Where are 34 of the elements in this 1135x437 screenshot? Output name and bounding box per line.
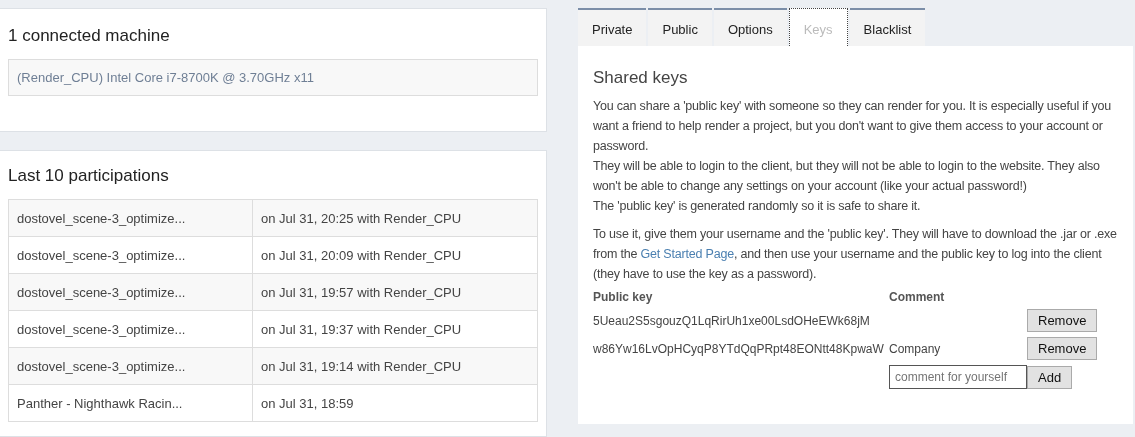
paragraph: The 'public key' is generated randomly so it is safe to share it. bbox=[593, 198, 922, 215]
table-cell: on Jul 31, 18:59 bbox=[252, 384, 538, 422]
key-comment: Company bbox=[889, 341, 941, 356]
table-cell: on Jul 31, 20:09 with Render_CPU bbox=[252, 236, 538, 274]
remove-button[interactable]: Remove bbox=[1027, 337, 1098, 360]
comment-field[interactable]: comment for yourself bbox=[889, 365, 1027, 389]
card-title: 1 connected machine bbox=[8, 26, 171, 46]
table-cell: on Jul 31, 19:37 with Render_CPU bbox=[252, 310, 538, 348]
paragraph: You can share a 'public key' with someone so they can render for you. It is especially useful if you want a friend to help render a project, but you don't want to give them access to your account or password. bbox=[593, 98, 1112, 155]
table-cell: on Jul 31, 20:25 with Render_CPU bbox=[252, 199, 538, 237]
machine-item: (Render_CPU) Intel Core i7-8700K @ 3.70GHz x11 bbox=[8, 59, 538, 96]
column-header: Comment bbox=[889, 290, 946, 304]
get-started-link[interactable]: Get Started Page bbox=[640, 247, 734, 261]
paragraph: To use it, give them your username and the 'public key'. They will have to download the .jar or .exe from the Get Started Page, and then use your username and the public key to log into the client (they have to use the key as a password). bbox=[593, 226, 1118, 283]
table-cell: dostovel_scene-3_optimize... bbox=[8, 236, 253, 274]
table-cell: on Jul 31, 19:57 with Render_CPU bbox=[252, 273, 538, 311]
key-value: 5Ueau2S5sgouzQ1LqRirUh1xe00LsdOHeEWk68jM bbox=[593, 313, 871, 328]
table-cell: dostovel_scene-3_optimize... bbox=[8, 273, 253, 311]
card-title: Last 10 participations bbox=[8, 166, 170, 186]
table-cell: on Jul 31, 19:14 with Render_CPU bbox=[252, 347, 538, 385]
tab[interactable]: Public bbox=[648, 8, 712, 46]
table-cell: dostovel_scene-3_optimize... bbox=[8, 310, 253, 348]
column-header: Public key bbox=[593, 290, 654, 304]
section-title: Shared keys bbox=[593, 68, 689, 88]
tab[interactable]: Blacklist bbox=[849, 8, 926, 46]
key-value: w86Yw16LvOpHCyqP8YTdQqPRpt48EONtt48KpwaW bbox=[593, 341, 883, 356]
table-cell: dostovel_scene-3_optimize... bbox=[8, 199, 253, 237]
table-cell: Panther - Nighthawk Racin... bbox=[8, 384, 253, 422]
add-button[interactable]: Add bbox=[1027, 365, 1073, 389]
paragraph: They will be able to login to the client, but they will not be able to login to the website. They also won't be able to change any settings on your account (like your actual password!) bbox=[593, 158, 1101, 195]
tab[interactable]: Private bbox=[578, 8, 647, 46]
remove-button[interactable]: Remove bbox=[1027, 309, 1098, 332]
table-cell: dostovel_scene-3_optimize... bbox=[8, 347, 253, 385]
tab[interactable]: Options bbox=[713, 8, 787, 46]
